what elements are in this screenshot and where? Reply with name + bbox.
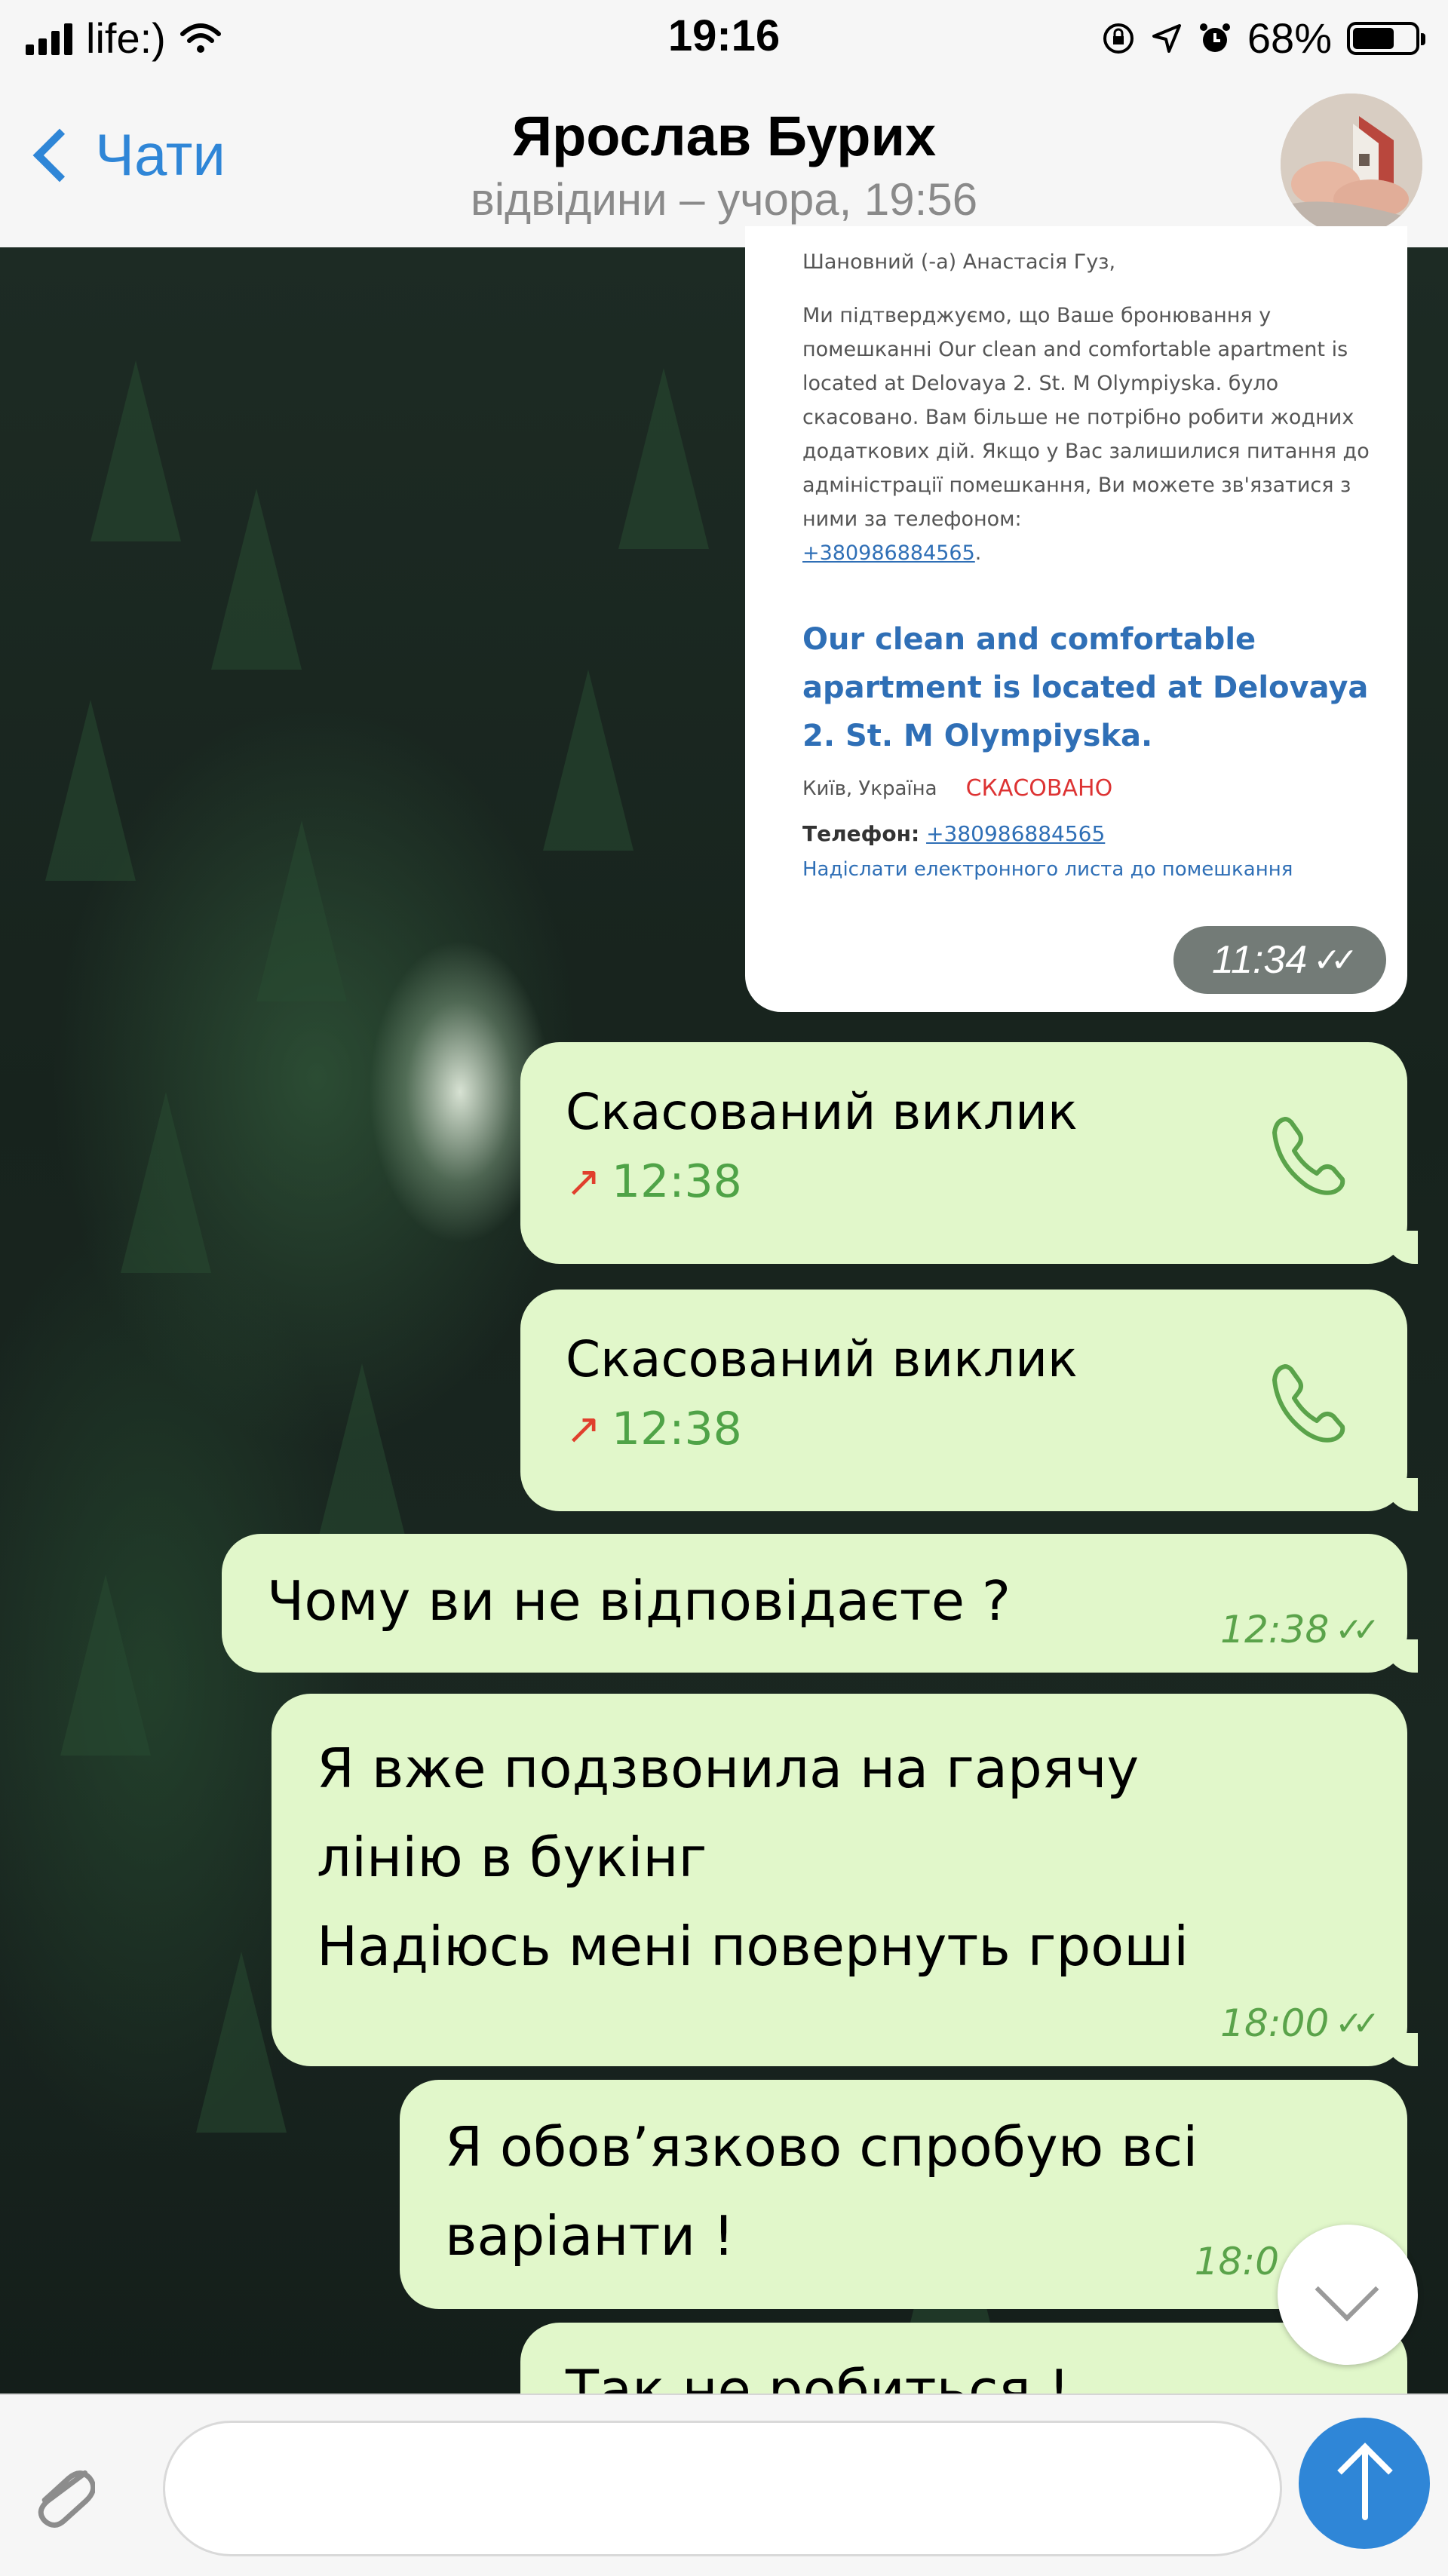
double-check-icon: ✓✓ <box>1335 2004 1380 2043</box>
status-right: 68% <box>1101 14 1425 63</box>
orientation-lock-icon <box>1103 23 1134 54</box>
composer-bar <box>0 2394 1448 2576</box>
message-text: Я обовʼязково спробую всі варіанти ! <box>445 2102 1198 2280</box>
message-time: 18:0 <box>1195 2240 1279 2283</box>
phone-icon[interactable] <box>1264 1112 1354 1202</box>
message-bubble[interactable]: Я вже подзвонила на гарячу лінію в букін… <box>272 1694 1418 2066</box>
message-line: Надіюсь мені повернуть гроші <box>317 1915 1189 1978</box>
call-title: Скасований виклик <box>566 1083 1078 1141</box>
status-badge: СКАСОВАНО <box>965 775 1113 802</box>
paperclip-icon[interactable] <box>35 2448 95 2538</box>
hotel-phone: Телефон: +380986884565 <box>802 821 1370 846</box>
arrow-up-right-icon: ↗ <box>566 1404 601 1454</box>
location-icon <box>1152 23 1181 53</box>
message-bubble[interactable]: Я обовʼязково спробую всі варіанти ! 18:… <box>400 2080 1407 2309</box>
email-message[interactable]: Шановний (-а) Анастасія Гуз, Ми підтверд… <box>745 226 1407 1012</box>
phone-icon[interactable] <box>1264 1359 1354 1449</box>
call-bubble[interactable]: Скасований виклик ↗ 12:38 <box>520 1042 1418 1264</box>
message-line: варіанти ! <box>445 2204 735 2268</box>
contact-name[interactable]: Ярослав Бурих <box>0 104 1448 168</box>
email-body: Ми підтверджуємо, що Ваше бронювання у п… <box>802 304 1370 565</box>
call-meta: ↗ 12:38 <box>566 1403 742 1455</box>
chat-header: Чати Ярослав Бурих відвідини – учора, 19… <box>0 83 1448 249</box>
message-line: Я вже подзвонила на гарячу <box>317 1737 1140 1800</box>
call-time: 12:38 <box>611 1155 742 1208</box>
scroll-down-button[interactable] <box>1278 2225 1418 2365</box>
double-check-icon: ✓✓ <box>1335 1610 1380 1649</box>
hotel-location: Київ, Україна СКАСОВАНО <box>802 775 1370 802</box>
message-timestamp: 11:34 ✓✓ <box>1173 926 1386 994</box>
time-text: 18:00 <box>1220 2001 1330 2045</box>
contact-avatar[interactable] <box>1281 94 1422 235</box>
call-time: 12:38 <box>611 1403 742 1455</box>
call-title: Скасований виклик <box>566 1330 1078 1388</box>
phone-link[interactable]: +380986884565 <box>926 821 1105 846</box>
timestamp-text: 11:34 <box>1211 938 1308 982</box>
message-line: лінію в букінг <box>317 1826 707 1889</box>
message-time: 12:38 ✓✓ <box>1220 1608 1380 1651</box>
status-bar: life:) 19:16 68% <box>0 0 1448 83</box>
location-text: Київ, Україна <box>802 777 937 800</box>
call-meta: ↗ 12:38 <box>566 1155 742 1208</box>
email-body-text: Ми підтверджуємо, що Ваше бронювання у п… <box>802 304 1370 531</box>
message-text: Чому ви не відповідаєте ? <box>267 1569 1011 1633</box>
battery-percent: 68% <box>1247 14 1332 62</box>
double-check-icon: ✓✓ <box>1313 941 1358 979</box>
email-hotel-link[interactable]: Надіслати електронного листа до помешкан… <box>802 854 1370 885</box>
call-bubble[interactable]: Скасований виклик ↗ 12:38 <box>520 1290 1418 1511</box>
email-phone-link[interactable]: +380986884565 <box>802 541 975 565</box>
email-greeting: Шановний (-а) Анастасія Гуз, <box>802 250 1116 274</box>
message-line: Я обовʼязково спробую всі <box>445 2115 1198 2179</box>
message-time: 18:00 ✓✓ <box>1220 2001 1380 2045</box>
battery-icon <box>1347 21 1425 55</box>
message-input[interactable] <box>163 2421 1282 2556</box>
time-text: 12:38 <box>1220 1608 1330 1651</box>
message-bubble[interactable]: Чому ви не відповідаєте ? 12:38 ✓✓ <box>222 1534 1418 1673</box>
last-seen: відвідини – учора, 19:56 <box>470 174 978 225</box>
arrow-up-right-icon: ↗ <box>566 1157 601 1207</box>
phone-label: Телефон: <box>802 821 920 846</box>
send-button[interactable] <box>1299 2418 1430 2549</box>
hotel-name[interactable]: Our clean and comfortable apartment is l… <box>802 615 1370 760</box>
message-text: Я вже подзвонила на гарячу лінію в букін… <box>317 1724 1189 1991</box>
time-text: 18:0 <box>1194 2240 1279 2283</box>
alarm-icon <box>1199 23 1230 52</box>
